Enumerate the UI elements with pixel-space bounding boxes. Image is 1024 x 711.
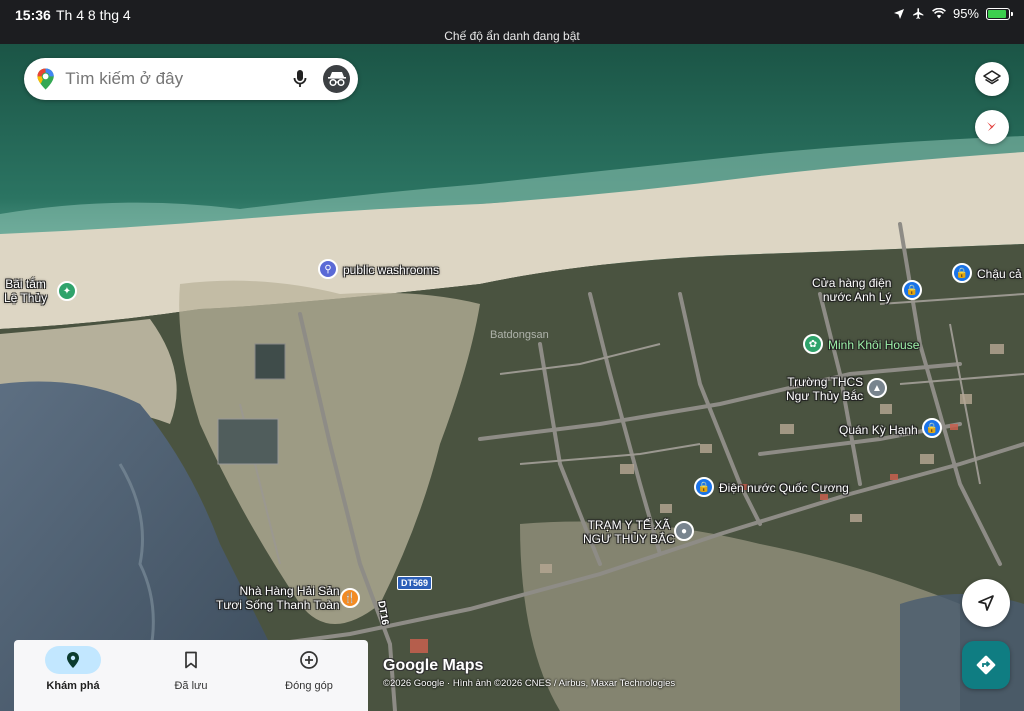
wifi-icon: [932, 8, 946, 19]
add-circle-icon: [300, 651, 318, 669]
layers-button[interactable]: [975, 62, 1009, 96]
school-pin-icon[interactable]: ▲: [867, 378, 887, 398]
mic-icon[interactable]: [286, 65, 313, 93]
shop-pin-icon-3[interactable]: 🔒: [922, 418, 942, 438]
nav-icon-wrap: [163, 646, 219, 674]
status-bar: 15:36 Th 4 8 thg 4 95% Chế độ ẩn danh đa…: [0, 0, 1024, 44]
map-watermark: Batdongsan: [490, 329, 549, 341]
road-shield-dt569: DT569: [397, 576, 433, 590]
nav-label: Đã lưu: [174, 680, 208, 692]
status-date: Th 4 8 thg 4: [56, 7, 131, 23]
search-bar[interactable]: [24, 58, 358, 100]
directions-icon: [976, 655, 996, 675]
nav-icon-wrap: [281, 646, 337, 674]
search-input[interactable]: [65, 69, 287, 89]
status-time: 15:36: [15, 7, 51, 23]
nav-tab-saved[interactable]: Đã lưu: [132, 640, 250, 711]
shop-pin-icon-4[interactable]: 🔒: [694, 477, 714, 497]
place-label-bai-tam[interactable]: Bãi tắm Lệ Thủy: [4, 277, 47, 305]
location-arrow-icon: [893, 8, 904, 19]
washroom-pin-icon[interactable]: ⚲: [318, 259, 338, 279]
layers-icon: [983, 70, 1001, 85]
shop-pin-icon[interactable]: 🔒: [902, 280, 922, 300]
map-imagery: [0, 44, 1024, 711]
bookmark-icon: [185, 651, 197, 669]
nav-icon-wrap: [45, 646, 101, 674]
directions-button[interactable]: [962, 641, 1010, 689]
clinic-pin-icon[interactable]: ●: [674, 521, 694, 541]
airplane-icon: [913, 8, 924, 19]
lodging-pin-icon[interactable]: ✿: [803, 334, 823, 354]
place-label-nha-hang[interactable]: Nhà Hàng Hải Sản Tươi Sống Thanh Toàn: [216, 584, 340, 612]
place-label-tram-y-te[interactable]: TRẠM Y TẾ XÃ NGƯ THỦY BẮC: [583, 518, 675, 546]
bottom-nav: Khám phá Đã lưu Đóng góp: [14, 640, 368, 711]
place-label-cua-hang[interactable]: Cửa hàng điện nước Anh Lý: [812, 276, 891, 304]
place-label-quan-ky-hanh[interactable]: Quán Kỳ Hạnh: [839, 423, 918, 437]
incognito-banner: Chế độ ẩn danh đang bật: [444, 29, 580, 43]
google-maps-pin-icon: [37, 68, 54, 90]
my-location-button[interactable]: [962, 579, 1010, 627]
restaurant-pin-icon[interactable]: 🍴: [340, 588, 360, 608]
incognito-avatar-icon[interactable]: [323, 65, 350, 93]
status-indicators: 95%: [893, 6, 1013, 21]
map-attribution[interactable]: ©2026 Google · Hình ảnh ©2026 CNES / Air…: [383, 678, 675, 689]
nav-label: Khám phá: [46, 680, 100, 692]
beach-pin-icon[interactable]: ✦: [57, 281, 77, 301]
nav-tab-explore[interactable]: Khám phá: [14, 640, 132, 711]
place-label-minh-khoi[interactable]: Minh Khôi House: [828, 338, 919, 352]
place-label-chau-canh[interactable]: Chậu cả: [977, 267, 1022, 281]
navigation-arrow-icon: [978, 595, 994, 611]
nav-label: Đóng góp: [285, 680, 333, 692]
explore-pin-icon: [67, 652, 79, 668]
battery-icon: [986, 7, 1013, 20]
place-label-truong-thcs[interactable]: Trường THCS Ngư Thủy Bắc: [786, 375, 863, 403]
satellite-map[interactable]: Batdongsan Bãi tắm Lệ Thủy ✦ ⚲ public wa…: [0, 44, 1024, 711]
battery-percent: 95%: [952, 6, 979, 21]
battery-fill: [988, 9, 1007, 18]
nav-tab-contribute[interactable]: Đóng góp: [250, 640, 368, 711]
google-maps-logo: Google Maps: [383, 657, 484, 674]
shop-pin-icon-2[interactable]: 🔒: [952, 263, 972, 283]
place-label-dien-nuoc[interactable]: Điện nước Quốc Cương: [719, 481, 849, 495]
compass-icon: [987, 122, 996, 131]
place-label-washrooms[interactable]: public washrooms: [343, 263, 439, 277]
compass-button[interactable]: [975, 110, 1009, 144]
